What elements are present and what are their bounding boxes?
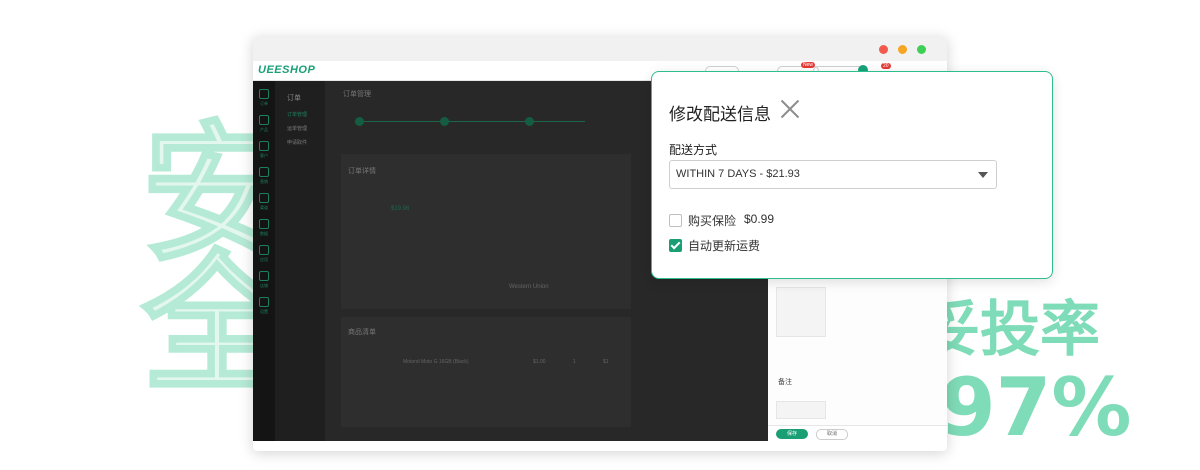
auto-update-label: 自动更新运费 xyxy=(688,239,761,253)
insurance-label: 购买保险 xyxy=(688,214,737,228)
insurance-price: $0.99 xyxy=(744,212,775,226)
auto-update-checkbox[interactable] xyxy=(669,239,682,252)
chevron-down-icon xyxy=(978,172,988,178)
window-titlebar xyxy=(253,37,947,61)
edit-shipping-modal: 修改配送信息 配送方式 WITHIN 7 DAYS - $21.93 购买保险 … xyxy=(651,71,1053,279)
window-maximize-button[interactable] xyxy=(917,45,926,54)
cancel-button[interactable]: 取消 xyxy=(816,429,848,440)
insurance-checkbox[interactable] xyxy=(669,214,682,227)
modal-title: 修改配送信息 xyxy=(669,105,771,124)
notification-count-badge: 20 xyxy=(881,63,891,69)
shipping-method-select[interactable]: WITHIN 7 DAYS - $21.93 xyxy=(669,160,997,189)
shipping-method-label: 配送方式 xyxy=(669,143,718,157)
shipping-method-value: WITHIN 7 DAYS - $21.93 xyxy=(676,168,800,180)
shipping-info-box xyxy=(776,287,826,337)
action-footer: 保存 取消 xyxy=(768,425,947,442)
decor-rate-text: 妥投率 xyxy=(920,295,1100,365)
notes-label: 备注 xyxy=(778,379,792,386)
decor-rate-value: 97% xyxy=(940,361,1132,454)
new-badge: New xyxy=(801,62,816,68)
close-icon[interactable] xyxy=(780,99,800,119)
save-button[interactable]: 保存 xyxy=(776,429,808,439)
window-close-button[interactable] xyxy=(879,45,888,54)
app-logo: UEESHOP xyxy=(258,64,316,76)
window-minimize-button[interactable] xyxy=(898,45,907,54)
notes-input[interactable] xyxy=(776,401,826,419)
